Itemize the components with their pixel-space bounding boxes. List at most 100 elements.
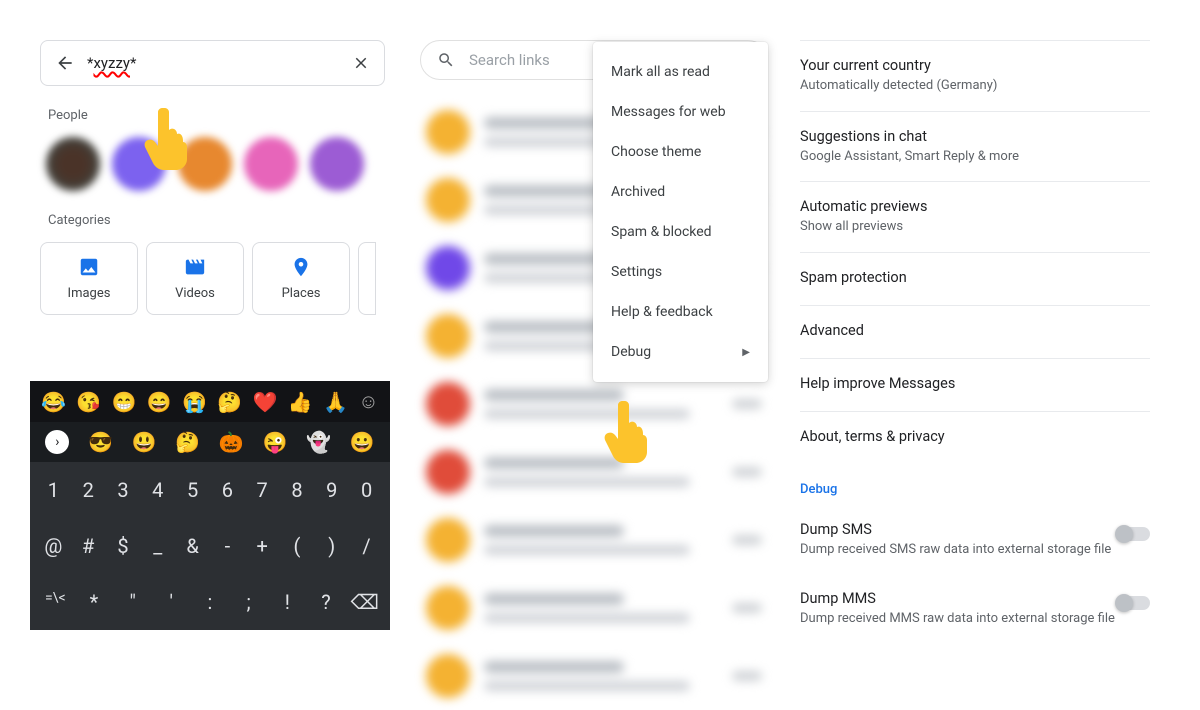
- image-icon: [78, 256, 100, 278]
- menu-mark-read[interactable]: Mark all as read: [593, 52, 768, 92]
- emoji-key[interactable]: 😂: [41, 390, 66, 414]
- menu-settings[interactable]: Settings: [593, 252, 768, 292]
- search-bar[interactable]: *xyzzy*: [40, 40, 385, 86]
- chevron-right-icon: ▶: [742, 347, 750, 358]
- key[interactable]: 7: [248, 478, 276, 502]
- category-places[interactable]: Places: [252, 242, 350, 315]
- emoji-key[interactable]: 👻: [306, 430, 331, 454]
- toggle-dump-mms[interactable]: [1116, 596, 1150, 610]
- key[interactable]: 5: [179, 478, 207, 502]
- list-item[interactable]: [420, 438, 768, 506]
- key[interactable]: #: [74, 534, 102, 558]
- menu-choose-theme[interactable]: Choose theme: [593, 132, 768, 172]
- key[interactable]: 4: [144, 478, 172, 502]
- avatar[interactable]: [310, 137, 364, 191]
- messages-panel: Search links Mark all as read Messages f…: [400, 0, 780, 670]
- menu-archived[interactable]: Archived: [593, 172, 768, 212]
- emoji-key[interactable]: 😜: [262, 430, 287, 454]
- menu-messages-web[interactable]: Messages for web: [593, 92, 768, 132]
- list-item[interactable]: [420, 506, 768, 574]
- emoji-row: › 😎 😃 🤔 🎃 😜 👻 😀: [30, 422, 390, 462]
- key[interactable]: 2: [74, 478, 102, 502]
- emoji-key[interactable]: 😘: [76, 390, 101, 414]
- keyboard-row-symbols-1: @ # $ _ & - + ( ) /: [30, 518, 390, 574]
- key[interactable]: ?: [312, 590, 340, 614]
- emoji-key[interactable]: 😭: [182, 390, 207, 414]
- emoji-key[interactable]: 🙏: [323, 390, 348, 414]
- key[interactable]: ": [119, 590, 147, 614]
- key[interactable]: ): [318, 534, 346, 558]
- menu-debug[interactable]: Debug▶: [593, 332, 768, 372]
- key[interactable]: 0: [353, 478, 381, 502]
- key[interactable]: $: [109, 534, 137, 558]
- chevron-right-icon[interactable]: ›: [45, 430, 69, 454]
- category-more[interactable]: [358, 242, 376, 315]
- emoji-key[interactable]: 🤔: [217, 390, 242, 414]
- key[interactable]: :: [196, 590, 224, 614]
- list-item[interactable]: [420, 642, 768, 710]
- avatar[interactable]: [244, 137, 298, 191]
- toggle-dump-sms[interactable]: [1116, 527, 1150, 541]
- list-item[interactable]: [420, 574, 768, 642]
- back-arrow-icon[interactable]: [55, 53, 75, 73]
- emoji-key[interactable]: 😎: [88, 430, 113, 454]
- emoji-key[interactable]: 😁: [112, 390, 137, 414]
- key[interactable]: *: [80, 590, 108, 614]
- emoji-key[interactable]: ❤️: [253, 390, 278, 414]
- category-images[interactable]: Images: [40, 242, 138, 315]
- key[interactable]: +: [248, 534, 276, 558]
- key[interactable]: 1: [39, 478, 67, 502]
- key-switch[interactable]: =\<: [41, 590, 69, 614]
- categories-row: Images Videos Places: [40, 242, 385, 315]
- emoji-key[interactable]: 😀: [350, 430, 375, 454]
- key[interactable]: @: [39, 534, 67, 558]
- category-videos[interactable]: Videos: [146, 242, 244, 315]
- avatar[interactable]: [46, 137, 100, 191]
- search-icon: [437, 51, 455, 69]
- key[interactable]: ;: [235, 590, 263, 614]
- backspace-key[interactable]: ⌫: [351, 590, 379, 614]
- settings-row-help-improve[interactable]: Help improve Messages: [800, 358, 1150, 411]
- key[interactable]: &: [179, 534, 207, 558]
- emoji-key[interactable]: 😄: [147, 390, 172, 414]
- key[interactable]: 6: [213, 478, 241, 502]
- emoji-key[interactable]: 👍: [288, 390, 313, 414]
- menu-spam-blocked[interactable]: Spam & blocked: [593, 212, 768, 252]
- key[interactable]: 8: [283, 478, 311, 502]
- clear-icon[interactable]: [352, 54, 370, 72]
- settings-row-dump-mms[interactable]: Dump MMSDump received MMS raw data into …: [800, 574, 1150, 644]
- key[interactable]: -: [213, 534, 241, 558]
- key[interactable]: ': [157, 590, 185, 614]
- emoji-key[interactable]: 😃: [132, 430, 157, 454]
- settings-panel: Your current countryAutomatically detect…: [780, 0, 1180, 670]
- key[interactable]: 3: [109, 478, 137, 502]
- key[interactable]: (: [283, 534, 311, 558]
- settings-row-about[interactable]: About, terms & privacy: [800, 411, 1150, 464]
- people-label: People: [48, 108, 385, 123]
- pointer-hand-icon: [140, 100, 200, 170]
- key[interactable]: /: [353, 534, 381, 558]
- key[interactable]: _: [144, 534, 172, 558]
- settings-row-advanced[interactable]: Advanced: [800, 305, 1150, 358]
- video-icon: [184, 256, 206, 278]
- settings-row-spam[interactable]: Spam protection: [800, 252, 1150, 305]
- menu-help-feedback[interactable]: Help & feedback: [593, 292, 768, 332]
- overflow-menu: Mark all as read Messages for web Choose…: [593, 42, 768, 382]
- emoji-picker-icon[interactable]: ☺: [358, 389, 378, 414]
- pointer-hand-icon: [600, 393, 660, 463]
- emoji-key[interactable]: 🎃: [219, 430, 244, 454]
- search-input[interactable]: *xyzzy*: [87, 54, 352, 72]
- settings-row-suggestions[interactable]: Suggestions in chatGoogle Assistant, Sma…: [800, 111, 1150, 182]
- settings-row-dump-sms[interactable]: Dump SMSDump received SMS raw data into …: [800, 505, 1150, 575]
- settings-row-country[interactable]: Your current countryAutomatically detect…: [800, 40, 1150, 111]
- key[interactable]: 9: [318, 478, 346, 502]
- settings-row-previews[interactable]: Automatic previewsShow all previews: [800, 181, 1150, 252]
- key[interactable]: !: [273, 590, 301, 614]
- debug-heading: Debug: [800, 464, 1150, 505]
- categories-label: Categories: [48, 213, 385, 228]
- search-placeholder: Search links: [469, 51, 550, 69]
- keyboard[interactable]: 😂 😘 😁 😄 😭 🤔 ❤️ 👍 🙏 ☺ › 😎 😃 🤔 🎃 😜 👻 😀 1 2…: [30, 381, 390, 630]
- keyboard-row-numbers: 1 2 3 4 5 6 7 8 9 0: [30, 462, 390, 518]
- people-row: [46, 137, 385, 191]
- emoji-key[interactable]: 🤔: [175, 430, 200, 454]
